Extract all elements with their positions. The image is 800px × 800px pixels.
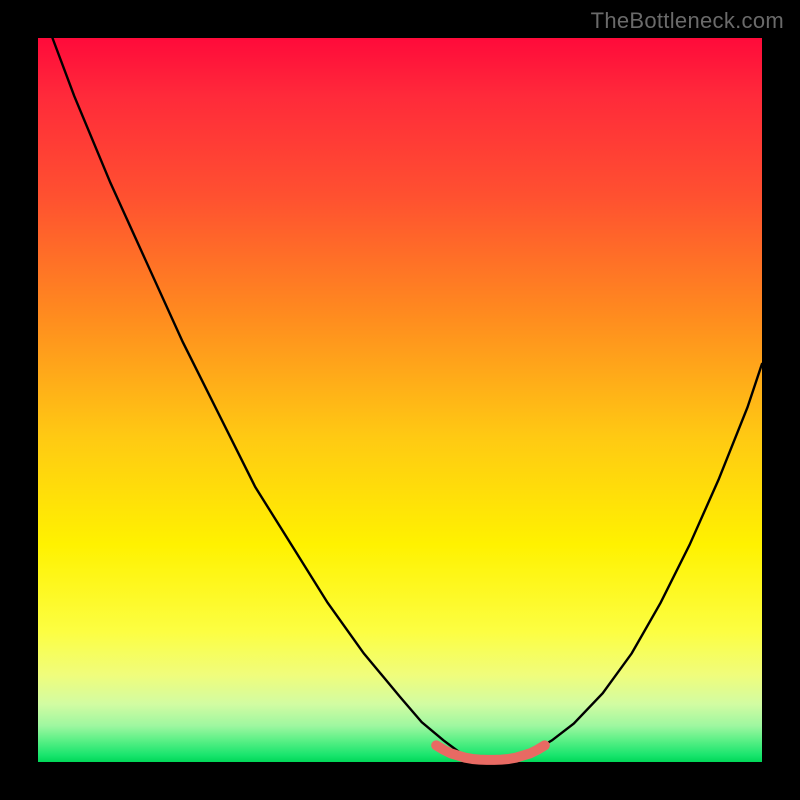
watermark-text: TheBottleneck.com — [591, 8, 784, 34]
left-curve — [52, 38, 472, 759]
plot-area — [38, 38, 762, 762]
chart-frame: TheBottleneck.com — [0, 0, 800, 800]
right-curve — [509, 364, 762, 759]
curves-svg — [38, 38, 762, 762]
